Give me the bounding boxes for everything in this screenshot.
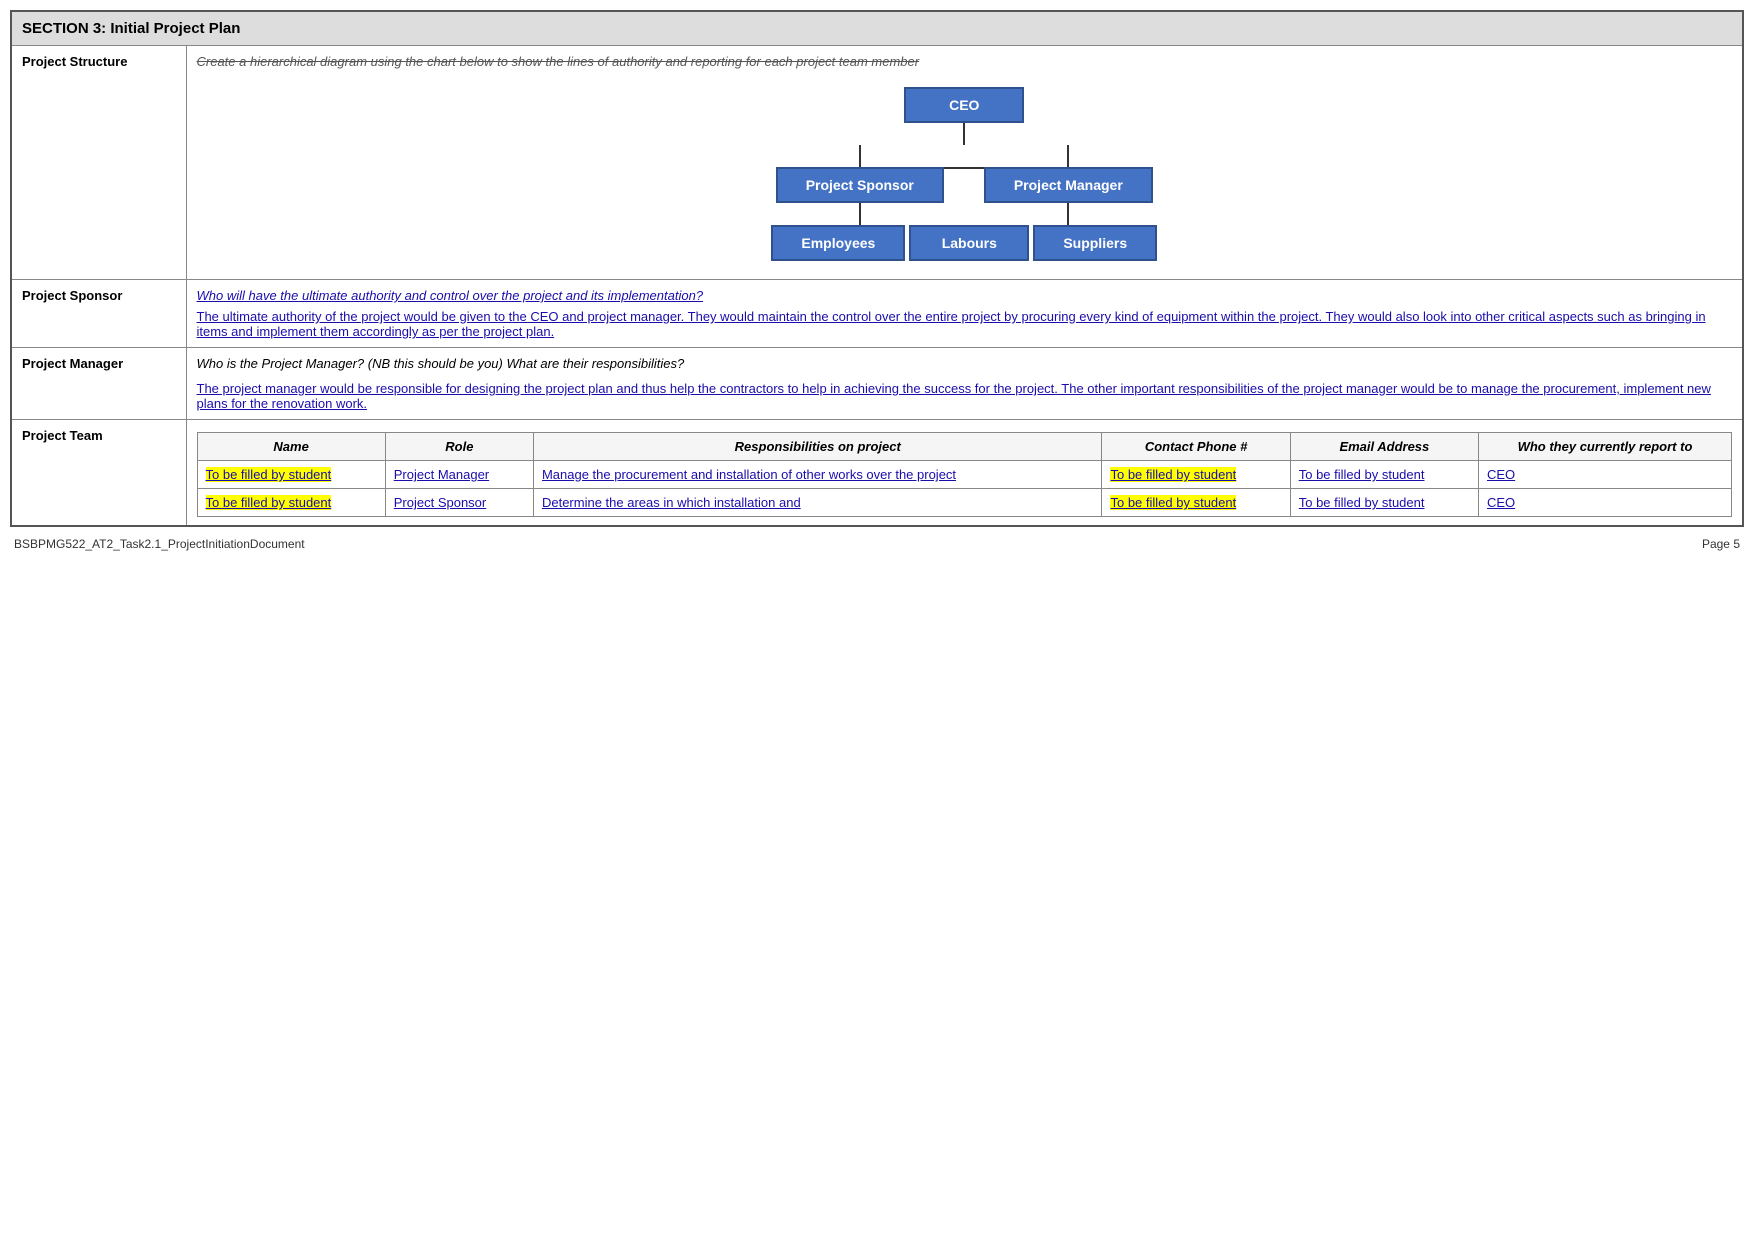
org-ps-branch: Project Sponsor — [776, 145, 944, 225]
ps-bottom-vline — [859, 203, 861, 225]
col-email: Email Address — [1290, 433, 1478, 461]
footer: BSBPMG522_AT2_Task2.1_ProjectInitiationD… — [10, 537, 1744, 551]
footer-right: Page 5 — [1702, 537, 1740, 551]
team-row-2-name: To be filled by student — [197, 489, 385, 517]
project-team-content: Name Role Responsibilities on project Co… — [186, 420, 1743, 527]
org-ceo-box: CEO — [904, 87, 1024, 123]
ceo-v-line — [963, 123, 965, 145]
sponsor-answer: The ultimate authority of the project wo… — [197, 309, 1733, 339]
org-bottom-row: Employees Labours Suppliers — [771, 225, 1157, 261]
org-suppliers-box: Suppliers — [1033, 225, 1157, 261]
col-contact: Contact Phone # — [1102, 433, 1290, 461]
project-team-label: Project Team — [11, 420, 186, 527]
col-name: Name — [197, 433, 385, 461]
h-connector-wrap — [944, 145, 984, 169]
team-row-2-reports-to: CEO — [1478, 489, 1731, 517]
org-pm-branch: Project Manager — [984, 145, 1153, 225]
org-ceo-level: CEO — [904, 87, 1024, 145]
project-sponsor-content: Who will have the ultimate authority and… — [186, 280, 1743, 348]
org-mid-row: Project Sponsor Project Manager — [776, 145, 1153, 225]
ps-top-vline — [859, 145, 861, 167]
h-connector — [944, 167, 984, 169]
org-labours-box: Labours — [909, 225, 1029, 261]
team-row-1-name: To be filled by student — [197, 461, 385, 489]
main-table: SECTION 3: Initial Project Plan Project … — [10, 10, 1744, 527]
team-row-2-role: Project Sponsor — [385, 489, 533, 517]
org-mid-section: Project Sponsor Project Manager — [197, 145, 1733, 261]
footer-left: BSBPMG522_AT2_Task2.1_ProjectInitiationD… — [14, 537, 305, 551]
sponsor-question: Who will have the ultimate authority and… — [197, 288, 1733, 303]
org-pm-box: Project Manager — [984, 167, 1153, 203]
team-row-1-reports-to: CEO — [1478, 461, 1731, 489]
team-row-1-responsibilities: Manage the procurement and installation … — [533, 461, 1102, 489]
team-row-2-email: To be filled by student — [1290, 489, 1478, 517]
project-structure-label: Project Structure — [11, 46, 186, 280]
project-manager-label: Project Manager — [11, 348, 186, 420]
team-row-2-responsibilities: Determine the areas in which installatio… — [533, 489, 1102, 517]
manager-answer: The project manager would be responsible… — [197, 381, 1733, 411]
team-row-1-contact: To be filled by student — [1102, 461, 1290, 489]
org-ps-box: Project Sponsor — [776, 167, 944, 203]
team-row-2-contact: To be filled by student — [1102, 489, 1290, 517]
pm-top-vline — [1067, 145, 1069, 167]
project-structure-content: Create a hierarchical diagram using the … — [186, 46, 1743, 280]
org-chart: CEO Project Sponsor — [197, 87, 1733, 261]
team-row-1-email: To be filled by student — [1290, 461, 1478, 489]
team-table: Name Role Responsibilities on project Co… — [197, 432, 1733, 517]
project-sponsor-label: Project Sponsor — [11, 280, 186, 348]
col-responsibilities: Responsibilities on project — [533, 433, 1102, 461]
team-row-1-role: Project Manager — [385, 461, 533, 489]
team-row-2: To be filled by student Project Sponsor … — [197, 489, 1732, 517]
col-role: Role — [385, 433, 533, 461]
section-header: SECTION 3: Initial Project Plan — [11, 11, 1743, 46]
team-row-1: To be filled by student Project Manager … — [197, 461, 1732, 489]
project-manager-content: Who is the Project Manager? (NB this sho… — [186, 348, 1743, 420]
org-employees-box: Employees — [771, 225, 905, 261]
pm-bottom-vline — [1067, 203, 1069, 225]
col-reports-to: Who they currently report to — [1478, 433, 1731, 461]
project-structure-instruction: Create a hierarchical diagram using the … — [197, 54, 1733, 69]
manager-question: Who is the Project Manager? (NB this sho… — [197, 356, 1733, 371]
